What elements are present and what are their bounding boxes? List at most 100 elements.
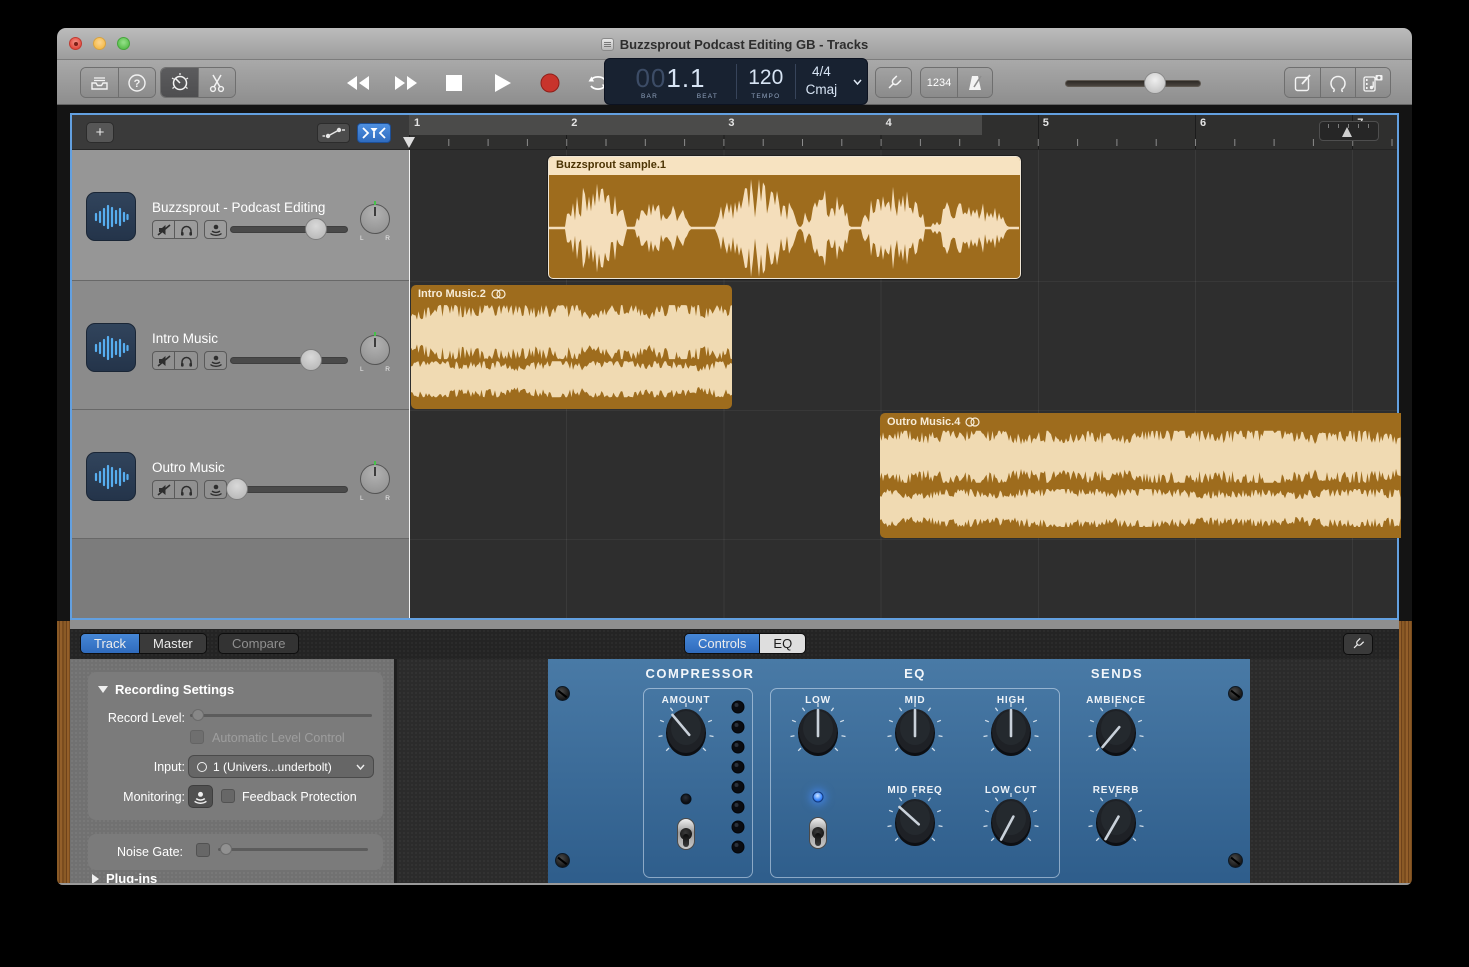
media-browser-icon: [1363, 74, 1383, 92]
pan-knob[interactable]: [360, 464, 390, 494]
track-volume-slider[interactable]: [230, 347, 348, 373]
compressor-led: [681, 794, 692, 805]
tab-eq[interactable]: EQ: [759, 634, 805, 653]
track-name[interactable]: Buzzsprout - Podcast Editing: [152, 200, 325, 215]
record-level-slider[interactable]: [190, 709, 372, 721]
smart-controls-header: Track Master Compare Controls EQ: [70, 629, 1399, 659]
feedback-protection-checkbox[interactable]: [221, 789, 235, 803]
loop-browser-button[interactable]: [1320, 68, 1355, 97]
input-monitoring-button[interactable]: [204, 220, 227, 239]
track-volume-slider[interactable]: [230, 476, 348, 502]
track-lanes[interactable]: Buzzsprout sample.1 Intro Music.2 Outro …: [409, 150, 1397, 618]
pane-divider[interactable]: [70, 620, 1399, 629]
quick-help-button[interactable]: ?: [118, 68, 155, 97]
master-tuning-button[interactable]: [1343, 633, 1373, 655]
recording-settings-title[interactable]: Recording Settings: [98, 682, 234, 697]
solo-button[interactable]: [175, 480, 198, 499]
track-volume-slider[interactable]: [230, 216, 348, 242]
stereo-icon: [491, 289, 506, 299]
noise-gate-knob[interactable]: [220, 843, 232, 855]
add-track-button[interactable]: +: [86, 122, 114, 143]
tab-controls[interactable]: Controls: [685, 634, 759, 653]
eq-high-knob[interactable]: HIGH: [966, 695, 1056, 771]
region-waveform: [411, 285, 732, 409]
input-monitoring-button[interactable]: [204, 351, 227, 370]
tab-master[interactable]: Master: [139, 634, 206, 653]
count-in-button[interactable]: 1234: [921, 68, 957, 97]
stereo-icon: [965, 417, 980, 427]
eq-mid-knob[interactable]: MID: [870, 695, 960, 771]
notepad-button[interactable]: [1285, 68, 1320, 97]
rewind-button[interactable]: [345, 70, 371, 96]
playhead[interactable]: [409, 150, 410, 618]
eq-toggle[interactable]: [807, 817, 829, 849]
pan-knob[interactable]: [360, 335, 390, 365]
input-monitoring-icon: [209, 483, 223, 496]
eq-lowcut-knob[interactable]: LOW CUT: [966, 785, 1056, 861]
horizontal-zoom-slider[interactable]: [1319, 121, 1379, 141]
compressor-toggle[interactable]: [675, 818, 697, 850]
playhead-marker[interactable]: [403, 137, 415, 148]
master-volume-slider[interactable]: [1065, 75, 1201, 91]
master-volume-track[interactable]: [1065, 80, 1201, 87]
zoom-slider-handle[interactable]: [1342, 127, 1352, 137]
record-level-knob[interactable]: [192, 709, 204, 721]
forward-button[interactable]: [393, 70, 419, 96]
noise-gate-checkbox[interactable]: [196, 843, 210, 857]
eq-low-knob[interactable]: LOW: [773, 695, 863, 771]
mute-button[interactable]: [152, 220, 175, 239]
stop-button[interactable]: [441, 70, 467, 96]
metronome-button[interactable]: [957, 68, 992, 97]
lcd-tempo[interactable]: 120 TEMPO: [737, 59, 795, 104]
pan-knob[interactable]: [360, 204, 390, 234]
catch-playhead-button[interactable]: [357, 123, 391, 143]
tab-track[interactable]: Track: [81, 634, 139, 653]
play-button[interactable]: [489, 70, 515, 96]
lcd-position[interactable]: 001.1 BAR BEAT: [605, 59, 736, 104]
track-header-intro-music[interactable]: Intro Music: [72, 281, 409, 410]
library-button[interactable]: [81, 68, 118, 97]
master-volume-knob[interactable]: [1144, 72, 1166, 94]
sends-ambience-knob[interactable]: AMBIENCE: [1071, 695, 1161, 771]
track-volume-knob[interactable]: [226, 478, 248, 500]
bar-number: 6: [1200, 117, 1206, 129]
input-monitoring-button[interactable]: [204, 480, 227, 499]
region-outro-music[interactable]: Outro Music.4: [880, 413, 1401, 538]
sends-reverb-knob[interactable]: REVERB: [1071, 785, 1161, 861]
region-header[interactable]: Buzzsprout sample.1: [549, 157, 1020, 175]
track-header-outro-music[interactable]: Outro Music: [72, 410, 409, 539]
window-title: Buzzsprout Podcast Editing GB - Tracks: [57, 28, 1412, 60]
record-button[interactable]: [537, 70, 563, 96]
solo-button[interactable]: [175, 220, 198, 239]
timeline-ruler[interactable]: 1234567: [409, 115, 1397, 150]
lcd-display[interactable]: 001.1 BAR BEAT 120 TEMPO 4/4 Cmaj: [604, 58, 868, 105]
track-name[interactable]: Outro Music: [152, 460, 225, 475]
noise-gate-slider[interactable]: [218, 843, 368, 855]
window-bottom-edge: [57, 883, 1412, 885]
track-volume-knob[interactable]: [300, 349, 322, 371]
lcd-key-signature[interactable]: 4/4 Cmaj: [796, 59, 848, 104]
track-volume-knob[interactable]: [305, 218, 327, 240]
smart-controls-button[interactable]: [161, 68, 198, 97]
compressor-amount-knob[interactable]: AMOUNT: [641, 695, 731, 771]
mute-button[interactable]: [152, 351, 175, 370]
track-name[interactable]: Intro Music: [152, 331, 218, 346]
mute-button[interactable]: [152, 480, 175, 499]
editors-button[interactable]: [198, 68, 235, 97]
screw-icon: [1228, 853, 1243, 868]
compare-button[interactable]: Compare: [218, 633, 299, 654]
region-intro-music[interactable]: Intro Music.2: [411, 285, 732, 409]
input-dropdown[interactable]: 1 (Univers...underbolt): [188, 755, 374, 778]
lcd-mode-chevron[interactable]: [847, 59, 867, 104]
region-buzzsprout-sample[interactable]: Buzzsprout sample.1: [548, 156, 1021, 279]
tuner-button[interactable]: [876, 68, 911, 97]
screw-icon: [555, 686, 570, 701]
eq-midfreq-knob[interactable]: MID FREQ: [870, 785, 960, 861]
monitoring-button[interactable]: [188, 785, 213, 808]
automation-button[interactable]: [317, 123, 350, 143]
auto-level-checkbox[interactable]: [190, 730, 204, 744]
smart-controls-knob-icon: [169, 72, 191, 94]
track-header-buzzsprout[interactable]: Buzzsprout - Podcast Editing: [72, 150, 409, 281]
media-browser-button[interactable]: [1355, 68, 1390, 97]
solo-button[interactable]: [175, 351, 198, 370]
